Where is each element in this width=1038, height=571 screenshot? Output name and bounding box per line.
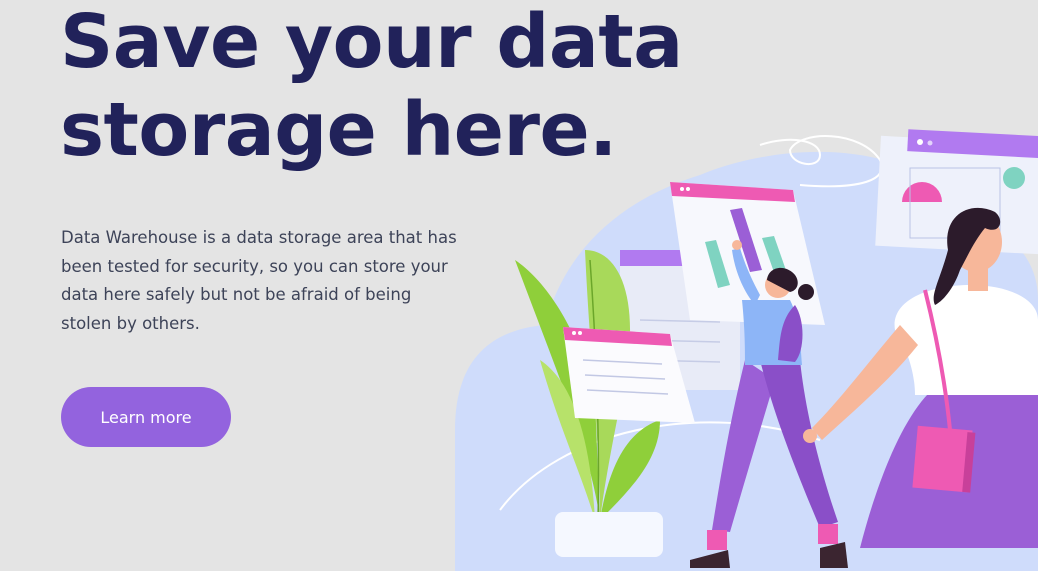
data-storage-illustration — [455, 129, 1038, 571]
hero-description: Data Warehouse is a data storage area th… — [61, 228, 457, 334]
hero-headline-line-1: Save your data — [60, 0, 683, 85]
learn-more-button[interactable]: Learn more — [61, 387, 231, 447]
